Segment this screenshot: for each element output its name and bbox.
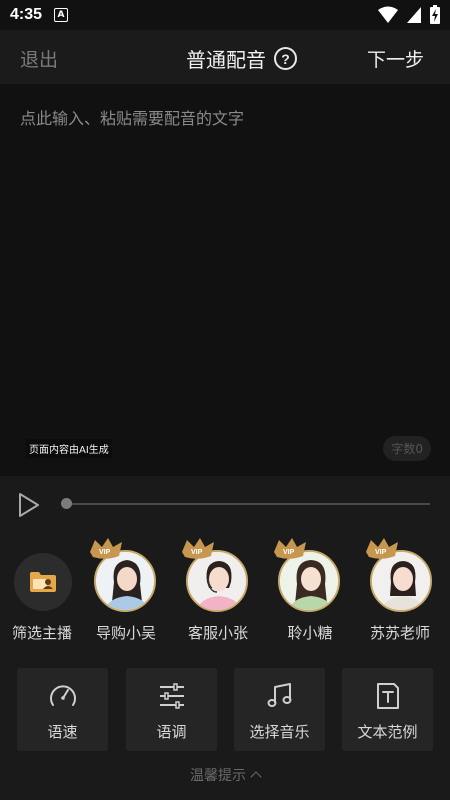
voice-item-4[interactable]: VIP 苏苏老师 [360, 538, 444, 650]
svg-text:VIP: VIP [99, 549, 111, 556]
tips-toggle[interactable]: 温馨提示 [0, 765, 450, 785]
speedometer-icon [50, 685, 76, 706]
tool-label: 语速 [47, 723, 78, 741]
status-time: 4:35 [10, 6, 43, 23]
help-icon[interactable]: ? [274, 47, 297, 70]
tool-text-sample-button[interactable]: 文本范例 [342, 668, 433, 751]
filter-circle[interactable] [14, 553, 72, 611]
progress-track[interactable] [66, 503, 430, 505]
vip-crown-icon: VIP [90, 538, 122, 559]
tool-pitch-button[interactable]: 语调 [126, 668, 217, 751]
text-placeholder[interactable]: 点此输入、粘贴需要配音的文字 [20, 105, 244, 129]
battery-icon [430, 5, 440, 24]
voice-label: 聆小糖 [287, 624, 333, 642]
progress-knob[interactable] [61, 498, 72, 509]
tips-label: 温馨提示 [190, 768, 246, 784]
voice-label: 苏苏老师 [370, 624, 431, 642]
text-input-area[interactable]: 点此输入、粘贴需要配音的文字 页面内容由AI生成 字数0 [0, 84, 450, 476]
vip-crown-icon: VIP [274, 538, 306, 559]
voice-item-3[interactable]: VIP 聆小糖 [268, 538, 352, 650]
music-note-icon [267, 683, 292, 707]
title-group: 普通配音 ? [186, 44, 297, 73]
word-count-badge: 字数0 [383, 436, 431, 461]
vip-crown-icon: VIP [182, 538, 214, 559]
voice-item-2[interactable]: VIP 客服小张 [176, 538, 260, 650]
voice-label: 筛选主播 [11, 624, 72, 642]
voice-label: 导购小吴 [95, 624, 156, 642]
svg-text:VIP: VIP [283, 549, 295, 556]
tool-music-button[interactable]: 选择音乐 [234, 668, 325, 751]
tool-speed-button[interactable]: 语速 [17, 668, 108, 751]
tool-bar: 语速 语调 选择音乐 文本范例 [0, 668, 450, 752]
voice-label: 客服小张 [187, 624, 248, 642]
tool-label: 选择音乐 [249, 723, 310, 741]
voice-item-filter[interactable]: 筛选主播 [0, 540, 84, 650]
top-bar: 退出 普通配音 ? 下一步 [0, 30, 450, 84]
voice-item-1[interactable]: VIP 导购小吴 [84, 538, 168, 650]
ai-generated-note: 页面内容由AI生成 [26, 439, 112, 458]
tool-label: 语调 [156, 723, 187, 741]
status-badge: A [54, 8, 69, 22]
svg-text:VIP: VIP [191, 549, 203, 556]
folder-person-icon [30, 572, 56, 592]
vip-crown-icon: VIP [366, 538, 398, 559]
audio-player [0, 476, 450, 536]
play-icon[interactable] [18, 492, 40, 518]
signal-icon [407, 6, 421, 23]
chevron-up-icon [250, 771, 262, 783]
status-bar: 4:35 A [0, 0, 450, 30]
svg-text:VIP: VIP [375, 549, 387, 556]
tool-label: 文本范例 [357, 723, 418, 741]
sliders-icon [160, 683, 184, 709]
text-document-icon [377, 683, 399, 709]
voice-list: 筛选主播 VIP 导购小吴 VIP 客服小张 VIP 聆小糖 VIP 苏苏老师 [0, 538, 450, 650]
wifi-icon [378, 6, 398, 23]
next-step-button[interactable]: 下一步 [367, 45, 424, 72]
exit-button[interactable]: 退出 [20, 45, 58, 72]
page-title: 普通配音 [186, 48, 266, 72]
status-icons [378, 5, 440, 24]
